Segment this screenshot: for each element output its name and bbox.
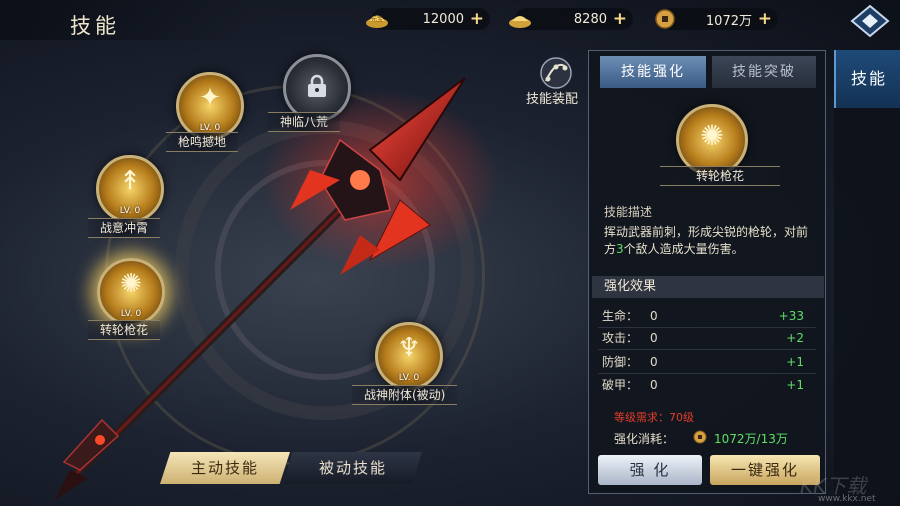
- stat-value: 0: [650, 355, 658, 369]
- stat-row-attack: 攻击： 0 +2: [602, 328, 812, 348]
- resource-gold-value: 12000: [422, 11, 464, 27]
- page-title: 技能: [70, 14, 120, 38]
- menu-diamond-icon[interactable]: [848, 4, 892, 38]
- side-tab-skills[interactable]: 技能: [834, 50, 900, 108]
- stat-gain: +1: [786, 378, 804, 392]
- skill-level: LV. 0: [119, 206, 141, 216]
- tab-skill-enhance[interactable]: 技能强化: [600, 56, 706, 88]
- resource-silver: 8280 +: [509, 8, 633, 30]
- spin-spear-icon: ✺: [120, 269, 142, 299]
- skill-equip-icon[interactable]: [536, 55, 576, 91]
- enhance-cost-label: 强化消耗：: [614, 432, 675, 446]
- watermark-url: www.kkx.net: [818, 494, 876, 504]
- enhance-cost-value: 1072万/13万: [714, 432, 788, 446]
- stat-gain: +33: [778, 309, 804, 323]
- war-god-icon: ♆: [397, 333, 421, 363]
- skill-label-zhanshen: 战神附体(被动): [352, 385, 458, 405]
- stat-name: 破甲：: [602, 378, 639, 392]
- resource-silver-value: 8280: [573, 11, 607, 27]
- skill-type-tabs: 主动技能 被动技能: [160, 452, 422, 484]
- resource-gold: 元宝 12000 +: [366, 8, 490, 30]
- stat-name: 生命：: [602, 309, 639, 323]
- spin-spear-icon: ✺: [700, 119, 724, 152]
- spear-rise-icon: ↟: [119, 166, 141, 196]
- tab-active-skills[interactable]: 主动技能: [160, 452, 290, 484]
- side-strip: [834, 108, 900, 506]
- stat-name: 防御：: [602, 355, 639, 369]
- tab-passive-skills[interactable]: 被动技能: [284, 452, 422, 484]
- spear-burst-icon: ✦: [199, 83, 221, 113]
- skill-equip-label[interactable]: 技能装配: [526, 88, 578, 107]
- skill-label-zhanyi: 战意冲霄: [88, 218, 161, 238]
- skill-node-zhanshen[interactable]: ♆ LV. 0: [375, 322, 443, 390]
- gold-ingot-icon: 元宝: [366, 15, 388, 28]
- add-coin-button[interactable]: +: [758, 9, 772, 29]
- copper-coin-icon: [655, 9, 675, 29]
- lock-icon: [308, 74, 326, 97]
- add-gold-button[interactable]: +: [470, 9, 484, 29]
- divider: [598, 373, 816, 374]
- skill-label-shenlin: 神临八荒: [268, 112, 341, 132]
- skill-level: LV. 0: [120, 309, 142, 319]
- desc-text-2: 个敌人造成大量伤害。: [623, 242, 744, 256]
- divider: [598, 349, 816, 350]
- svg-text:元宝: 元宝: [371, 15, 383, 23]
- copper-coin-icon: [693, 430, 707, 444]
- add-silver-button[interactable]: +: [613, 9, 627, 29]
- title-bar: [0, 0, 250, 40]
- skill-label-qiangming: 枪鸣撼地: [166, 132, 239, 152]
- desc-target-count: 3: [616, 242, 624, 256]
- stat-gain: +2: [786, 331, 804, 345]
- stat-gain: +1: [786, 355, 804, 369]
- stat-name: 攻击：: [602, 331, 639, 345]
- stat-row-hp: 生命： 0 +33: [602, 306, 812, 326]
- level-requirement: 等级需求：70级: [614, 411, 694, 424]
- skill-node-zhanyi[interactable]: ↟ LV. 0: [96, 155, 164, 223]
- skill-node-zhuanlun[interactable]: ✺ LV. 0: [97, 258, 165, 326]
- stat-value: 0: [650, 378, 658, 392]
- enhance-effect-label: 强化效果: [592, 276, 824, 298]
- enhance-button[interactable]: 强 化: [598, 455, 702, 485]
- tab-skill-breakthrough[interactable]: 技能突破: [712, 56, 816, 88]
- silver-ingot-icon: [509, 16, 531, 28]
- stat-value: 0: [650, 309, 658, 323]
- stat-value: 0: [650, 331, 658, 345]
- stat-row-armor-break: 破甲： 0 +1: [602, 375, 812, 395]
- skill-description: 挥动武器前刺，形成尖锐的枪轮，对前方3个敌人造成大量伤害。: [604, 224, 814, 258]
- skill-level: LV. 0: [398, 373, 420, 383]
- skill-node-qiangming[interactable]: ✦ LV. 0: [176, 72, 244, 140]
- skill-label-zhuanlun: 转轮枪花: [88, 320, 161, 340]
- resource-coin-value: 1072万: [705, 13, 752, 29]
- selected-skill-name: 转轮枪花: [660, 166, 780, 186]
- skill-description-label: 技能描述: [604, 205, 653, 219]
- stat-row-defense: 防御： 0 +1: [602, 352, 812, 372]
- resource-coin: 1072万 +: [655, 8, 778, 30]
